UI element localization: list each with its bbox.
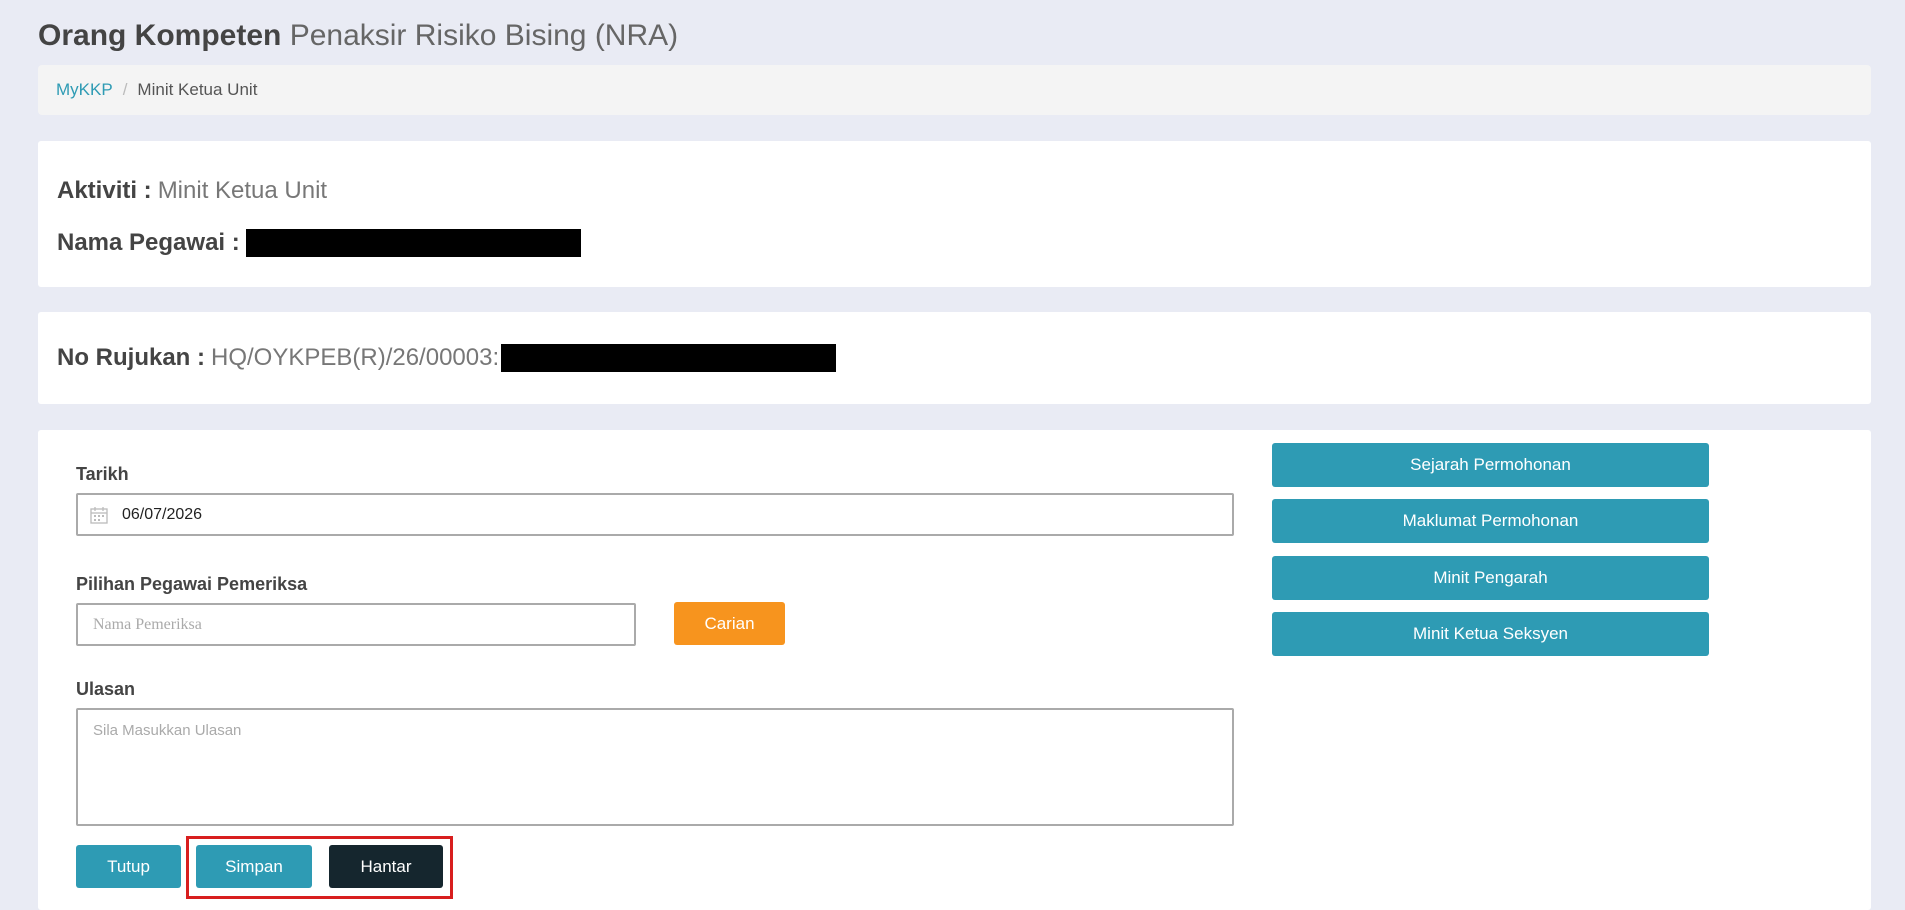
aktiviti-label: Aktiviti :	[57, 177, 152, 204]
ulasan-label: Ulasan	[76, 679, 136, 699]
breadcrumb-current: Minit Ketua Unit	[137, 80, 258, 99]
aktiviti-value: Minit Ketua Unit	[157, 177, 328, 204]
pegawai-row: Nama Pegawai :	[57, 229, 581, 257]
page-title: Orang Kompeten Penaksir Risiko Bising (N…	[38, 16, 678, 56]
reference-card: No Rujukan : HQ/OYKPEB(R)/26/00003:	[38, 312, 1871, 404]
rujukan-row: No Rujukan : HQ/OYKPEB(R)/26/00003:	[57, 344, 837, 372]
maklumat-permohonan-button[interactable]: Maklumat Permohonan	[1272, 499, 1709, 543]
page-title-subtitle: Penaksir Risiko Bising (NRA)	[289, 19, 679, 52]
breadcrumb: MyKKP / Minit Ketua Unit	[38, 65, 1871, 115]
highlight-box	[186, 836, 453, 899]
pegawai-name-label: Nama Pegawai :	[57, 229, 240, 256]
redacted-officer-name	[245, 229, 581, 257]
sejarah-permohonan-button[interactable]: Sejarah Permohonan	[1272, 443, 1709, 487]
activity-card: Aktiviti : Minit Ketua Unit Nama Pegawai…	[38, 141, 1871, 287]
aktiviti-row: Aktiviti : Minit Ketua Unit	[57, 177, 327, 205]
minit-pengarah-button[interactable]: Minit Pengarah	[1272, 556, 1709, 600]
page-title-bold: Orang Kompeten	[38, 19, 282, 52]
tarikh-label: Tarikh	[76, 464, 129, 484]
rujukan-label: No Rujukan :	[57, 344, 205, 371]
breadcrumb-separator: /	[122, 80, 128, 99]
rujukan-value: HQ/OYKPEB(R)/26/00003:	[211, 344, 500, 371]
calendar-icon	[90, 506, 108, 524]
tarikh-value: 06/07/2026	[122, 505, 203, 523]
tutup-button[interactable]: Tutup	[76, 845, 181, 888]
redacted-reference	[501, 344, 837, 372]
pegawai-pemeriksa-label: Pilihan Pegawai Pemeriksa	[76, 574, 308, 594]
breadcrumb-home-link[interactable]: MyKKP	[56, 80, 113, 100]
minit-ketua-seksyen-button[interactable]: Minit Ketua Seksyen	[1272, 612, 1709, 656]
nama-pemeriksa-input[interactable]	[76, 603, 636, 646]
carian-button[interactable]: Carian	[674, 602, 785, 645]
tarikh-date-field[interactable]: 06/07/2026	[76, 493, 1234, 536]
ulasan-textarea[interactable]	[76, 708, 1234, 826]
